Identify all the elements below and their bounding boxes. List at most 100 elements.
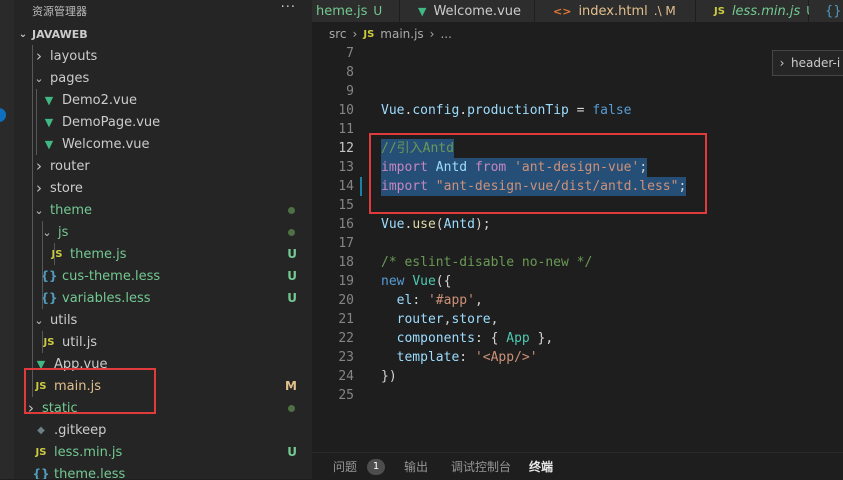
- code-token: (: [435, 217, 444, 232]
- tab-label: heme.js: [316, 3, 368, 19]
- chevron-down-icon: ⌄: [34, 71, 44, 85]
- editor-tabs: heme.js U ▼ Welcome.vue <> index.html .\ M JS le…: [312, 0, 843, 22]
- editor-tab[interactable]: <> index.html .\ M: [535, 0, 696, 22]
- line-number: 17: [338, 236, 354, 251]
- tree-item-label: js: [58, 224, 69, 240]
- outline-peek[interactable]: › header-i: [772, 50, 843, 76]
- breadcrumb-more[interactable]: ...: [440, 27, 451, 41]
- code-line: 25: [312, 386, 843, 405]
- explorer-header: 资源管理器 ···: [14, 0, 312, 22]
- chevron-down-icon: ⌄: [34, 313, 44, 327]
- code-line: 10 Vue.config.productionTip = false: [312, 101, 843, 120]
- tab-label: index.html: [578, 3, 648, 19]
- code-token: /* eslint-disable no-new */: [381, 255, 593, 270]
- code-token: : {: [474, 331, 507, 346]
- editor-tab[interactable]: ▼ Welcome.vue: [400, 0, 535, 22]
- tree-item[interactable]: ⌄ js: [14, 221, 312, 243]
- tree-item[interactable]: {} variables.less U: [14, 287, 312, 309]
- code-text: components: { App },: [381, 329, 554, 348]
- line-number: 16: [338, 217, 354, 232]
- tree-item[interactable]: ⌄ theme: [14, 199, 312, 221]
- workspace-section[interactable]: ⌄ JAVAWEB: [14, 23, 312, 45]
- tree-item-label: utils: [50, 312, 78, 328]
- code-token: template: [396, 350, 460, 365]
- chevron-right-icon: ›: [36, 157, 42, 175]
- tree-item[interactable]: JS theme.js U: [14, 243, 312, 265]
- code-token: =: [568, 103, 593, 118]
- line-number: 10: [338, 103, 354, 118]
- indent-guide: [42, 331, 43, 353]
- panel-tab[interactable]: 终端: [529, 453, 553, 480]
- tree-item[interactable]: ▼ Welcome.vue: [14, 133, 312, 155]
- chevron-down-icon: ⌄: [34, 203, 44, 217]
- tree-item[interactable]: ◆ .gitkeep: [14, 419, 312, 441]
- tree-item[interactable]: ▼ DemoPage.vue: [14, 111, 312, 133]
- tree-item[interactable]: › store: [14, 177, 312, 199]
- more-actions-icon[interactable]: ···: [281, 0, 296, 15]
- breadcrumb-separator: ›: [352, 27, 358, 41]
- line-number: 23: [338, 350, 354, 365]
- panel-tab[interactable]: 调试控制台: [451, 453, 511, 480]
- code-token: );: [474, 217, 491, 232]
- panel-tab[interactable]: 问题 1: [333, 453, 386, 480]
- tree-item-label: util.js: [62, 334, 98, 350]
- tab-label: less.min.js: [731, 3, 801, 19]
- code-editor[interactable]: 7 8 9 10 Vue.config.productionTip = false 11 1…: [312, 44, 843, 452]
- explorer-title: 资源管理器: [32, 5, 87, 18]
- tree-item[interactable]: › router: [14, 155, 312, 177]
- code-token: components: [396, 331, 475, 346]
- code-line: 24}): [312, 367, 843, 386]
- code-text: el: '#app',: [381, 291, 483, 310]
- status-dot: [288, 404, 295, 412]
- tree-item[interactable]: {} cus-theme.less U: [14, 265, 312, 287]
- breadcrumb-file[interactable]: main.js: [380, 27, 423, 41]
- code-token: ,: [490, 312, 499, 327]
- git-status-badge: U: [287, 291, 297, 305]
- panel-tab-label: 终端: [529, 460, 554, 474]
- activity-indicator: [0, 108, 6, 122]
- line-number: 22: [338, 331, 354, 346]
- line-number: 9: [346, 84, 354, 99]
- panel-tabs: 问题 1 输出 调试控制台 终端: [312, 452, 843, 480]
- panel-tab-label: 问题: [333, 460, 358, 474]
- code-line: 21 router,store,: [312, 310, 843, 329]
- vue-file-icon: ▼: [44, 137, 54, 151]
- tree-item-label: variables.less: [62, 290, 151, 306]
- breadcrumb-src[interactable]: src: [329, 27, 347, 41]
- status-dot: [288, 228, 295, 236]
- editor-tab[interactable]: {}: [809, 0, 843, 22]
- tree-item-label: cus-theme.less: [62, 268, 161, 284]
- code-token: el: [396, 293, 413, 308]
- code-token: Antd: [443, 217, 475, 232]
- tree-item[interactable]: JS less.min.js U: [14, 441, 312, 463]
- git-status-badge: U: [287, 269, 297, 283]
- tree-item[interactable]: {} theme.less: [14, 463, 312, 480]
- tree-item[interactable]: ⌄ pages: [14, 67, 312, 89]
- tree-item[interactable]: JS util.js: [14, 331, 312, 353]
- line-number: 8: [346, 65, 354, 80]
- vue-file-icon: ▼: [44, 115, 54, 129]
- tree-item[interactable]: › layouts: [14, 45, 312, 67]
- code-text: Vue.use(Antd);: [381, 215, 491, 234]
- tree-item[interactable]: ▼ Demo2.vue: [14, 89, 312, 111]
- line-number: 15: [338, 198, 354, 213]
- code-text: new Vue({: [381, 272, 451, 291]
- git-status-badge: M: [285, 379, 297, 393]
- tree-item[interactable]: ⌄ utils: [14, 309, 312, 331]
- indent-guide: [54, 243, 55, 265]
- vue-file-icon: ▼: [418, 4, 427, 18]
- code-line: 17: [312, 234, 843, 253]
- editor-tab[interactable]: JSless.min.jsU: [696, 0, 815, 22]
- panel-tab-label: 调试控制台: [451, 460, 512, 474]
- tree-item-label: DemoPage.vue: [62, 114, 161, 130]
- panel-tab[interactable]: 输出: [404, 453, 428, 480]
- line-number: 25: [338, 388, 354, 403]
- code-token: config: [412, 103, 460, 118]
- code-line: 23 template: '<App/>': [312, 348, 843, 367]
- code-text: Vue.config.productionTip = false: [381, 101, 631, 120]
- editor-tab[interactable]: heme.js U: [312, 0, 400, 22]
- indent-guide: [32, 45, 33, 397]
- tab-status: .\ M: [653, 4, 676, 18]
- tab-status: U: [373, 4, 383, 18]
